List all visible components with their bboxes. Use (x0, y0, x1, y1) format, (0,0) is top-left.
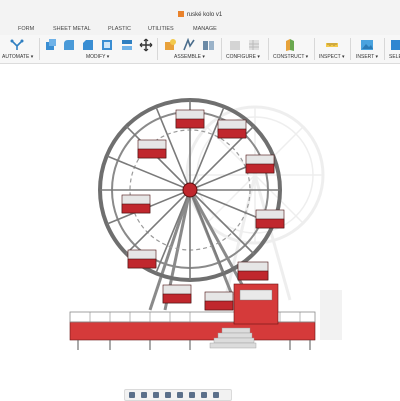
tab-manage[interactable]: MANAGE (193, 25, 217, 34)
fillet-icon[interactable] (62, 38, 76, 52)
gondola (127, 249, 157, 269)
joint-icon[interactable] (182, 38, 196, 52)
gondola (121, 194, 151, 214)
group-automate-label[interactable]: AUTOMATE ▾ (2, 53, 33, 61)
group-construct-label[interactable]: CONSTRUCT ▾ (273, 53, 308, 61)
chamfer-icon[interactable] (81, 38, 95, 52)
grid-settings-icon[interactable] (201, 392, 207, 398)
tab-plastic[interactable]: PLASTIC (108, 25, 131, 34)
gondola (245, 154, 275, 174)
document-icon (177, 11, 184, 17)
as-built-joint-icon[interactable] (201, 38, 215, 52)
gondola (255, 209, 285, 229)
measure-icon[interactable] (325, 38, 339, 52)
gondola (162, 284, 192, 304)
document-title-text: ruské kolo v1 (186, 12, 223, 18)
combine-icon[interactable] (120, 38, 134, 52)
gondola (217, 119, 247, 139)
document-title: ruské kolo v1 (0, 10, 400, 20)
gondola (175, 109, 205, 129)
toolbar-divider (384, 38, 385, 60)
configure-icon[interactable] (228, 38, 242, 52)
wheel-hub (182, 182, 198, 198)
toolbar-divider (268, 38, 269, 60)
tab-sheet-metal[interactable]: SHEET METAL (53, 25, 91, 34)
look-at-icon[interactable] (141, 392, 147, 398)
press-pull-icon[interactable] (44, 38, 58, 52)
pan-icon[interactable] (153, 392, 159, 398)
ghost-platform (320, 290, 342, 340)
group-select-label[interactable]: SELE (389, 53, 400, 61)
select-icon[interactable] (390, 38, 400, 52)
display-settings-icon[interactable] (189, 392, 195, 398)
toolbar-divider (39, 38, 40, 60)
group-assemble-label[interactable]: ASSEMBLE ▾ (174, 53, 205, 61)
group-inspect-label[interactable]: INSPECT ▾ (319, 53, 344, 61)
viewports-icon[interactable] (213, 392, 219, 398)
gondola (137, 139, 167, 159)
tab-utilities[interactable]: UTILITIES (148, 25, 174, 34)
toolbar-divider (157, 38, 158, 60)
group-configure-label[interactable]: CONFIGURE ▾ (226, 53, 260, 61)
automate-icon[interactable] (10, 38, 24, 52)
title-bar: ruské kolo v1 (0, 0, 400, 24)
configuration-table-icon[interactable] (247, 38, 261, 52)
viewport-canvas[interactable] (0, 64, 400, 384)
insert-image-icon[interactable] (360, 38, 374, 52)
new-component-icon[interactable] (163, 38, 177, 52)
navigation-bar (124, 389, 232, 401)
toolbar-divider (314, 38, 315, 60)
toolbar-divider (350, 38, 351, 60)
fit-icon[interactable] (177, 392, 183, 398)
offset-plane-icon[interactable] (283, 38, 297, 52)
group-insert-label[interactable]: INSERT ▾ (356, 53, 378, 61)
shell-icon[interactable] (100, 38, 114, 52)
move-icon[interactable] (139, 38, 153, 52)
tab-form[interactable]: FORM (18, 25, 34, 34)
toolbar-divider (221, 38, 222, 60)
ribbon-toolbar: AUTOMATE ▾ MODIFY ▾ ASSEMBLE ▾ CONFIGURE… (0, 35, 400, 64)
gondola (204, 291, 234, 311)
group-modify-label[interactable]: MODIFY ▾ (86, 53, 109, 61)
gondola (237, 261, 269, 281)
zoom-icon[interactable] (165, 392, 171, 398)
orbit-icon[interactable] (129, 392, 135, 398)
boarding-platform (69, 283, 316, 350)
